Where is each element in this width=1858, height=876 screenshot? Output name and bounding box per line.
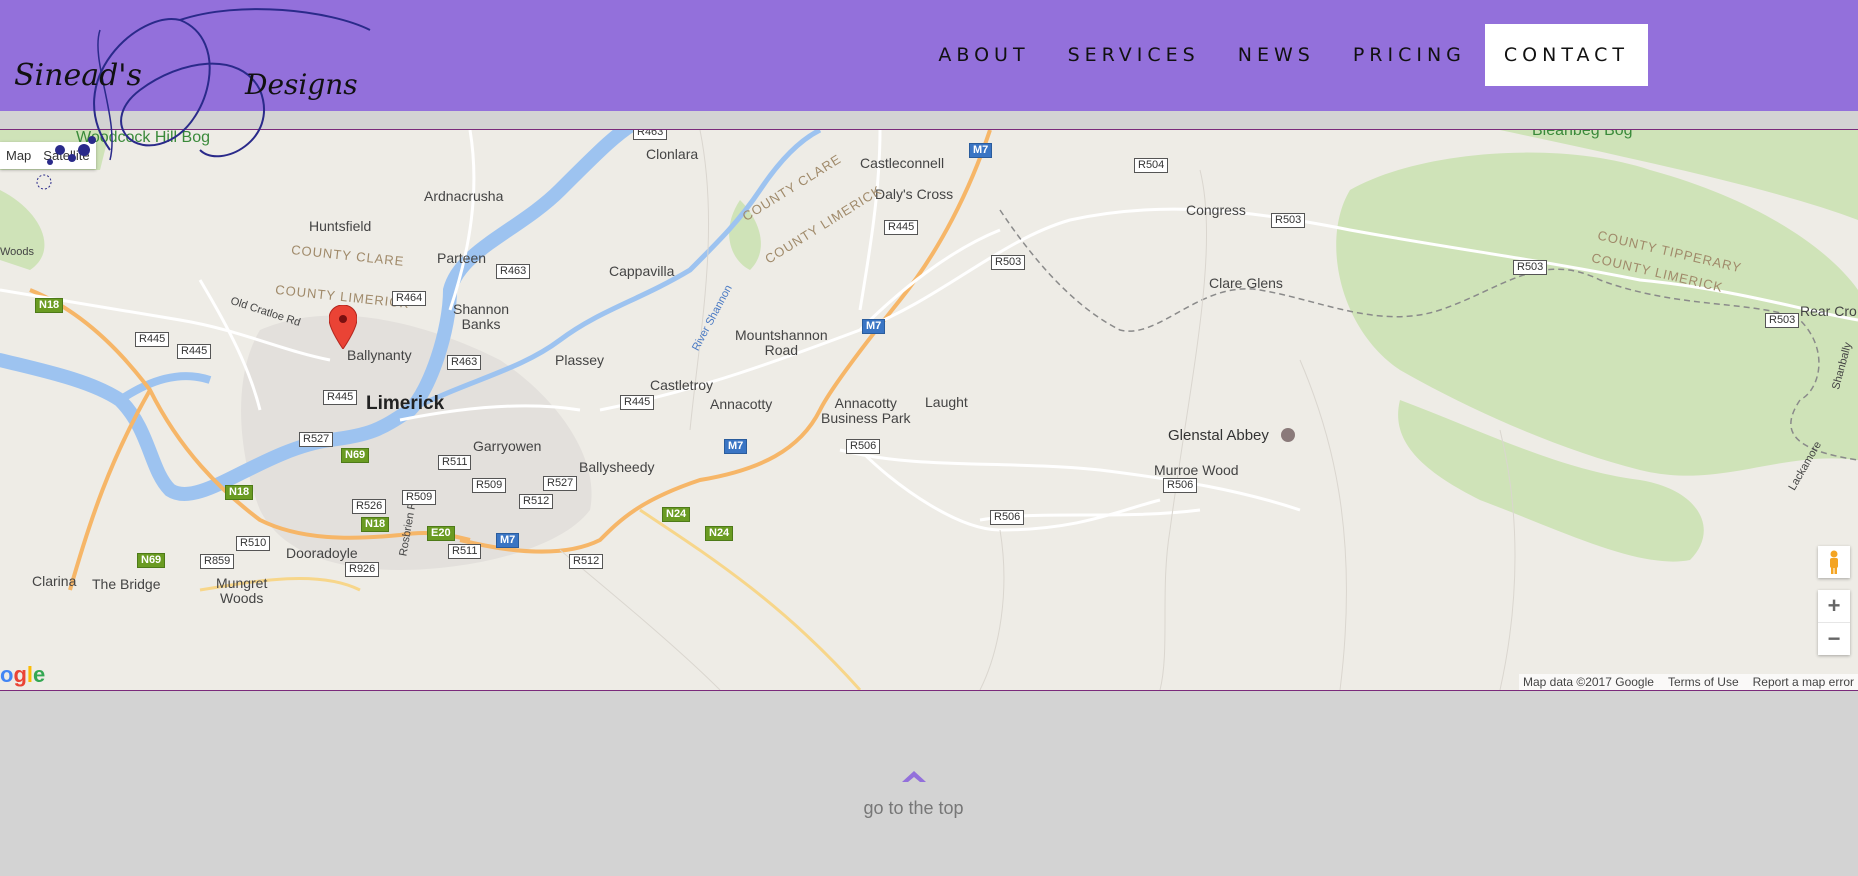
- map-label-murroe: Murroe Wood: [1154, 462, 1239, 478]
- map-label-congress: Congress: [1186, 202, 1246, 218]
- road-shield: R926: [345, 562, 380, 577]
- road-shield: R503: [1765, 313, 1800, 328]
- road-shield: R445: [620, 395, 655, 410]
- map-label-clare-glens: Clare Glens: [1209, 275, 1283, 291]
- road-shield: N24: [662, 507, 691, 522]
- map-label-castleconnell: Castleconnell: [860, 155, 945, 171]
- road-shield: R512: [519, 494, 554, 509]
- road-shield: R512: [569, 554, 604, 569]
- road-shield: M7: [969, 143, 993, 158]
- road-shield: R506: [1163, 478, 1198, 493]
- road-shield: R463: [633, 130, 668, 140]
- map-data-text: Map data ©2017 Google: [1523, 675, 1654, 689]
- nav-news[interactable]: NEWS: [1219, 24, 1334, 86]
- map-label-rear-cross: Rear Cro: [1800, 303, 1857, 319]
- road-shield: R503: [991, 255, 1026, 270]
- road-shield: E20: [427, 526, 455, 541]
- map-label-parteen: Parteen: [437, 250, 487, 266]
- report-error-link[interactable]: Report a map error: [1753, 675, 1854, 689]
- road-shield: M7: [724, 439, 748, 454]
- map-label-castletroy: Castletroy: [650, 377, 714, 393]
- road-shield: N69: [341, 448, 370, 463]
- road-shield: R445: [323, 390, 358, 405]
- logo-text-right: Designs: [245, 68, 358, 101]
- map-label-shannon-banks: Shannon Banks: [453, 301, 510, 332]
- road-shield: R445: [884, 220, 919, 235]
- road-shield: N24: [705, 526, 734, 541]
- map-label-clarina: Clarina: [32, 573, 77, 589]
- map-label-woods: Woods: [0, 246, 35, 258]
- main-nav: ABOUT SERVICES NEWS PRICING CONTACT: [919, 24, 1648, 86]
- map-label-ballynanty: Ballynanty: [347, 347, 412, 363]
- road-shield: N18: [35, 298, 64, 313]
- road-shield: R463: [496, 264, 531, 279]
- road-shield: R510: [236, 536, 271, 551]
- map-label-garryowen: Garryowen: [473, 438, 542, 454]
- road-shield: N69: [137, 553, 166, 568]
- road-shield: N18: [225, 485, 254, 500]
- road-shield: R506: [990, 510, 1025, 525]
- terms-link[interactable]: Terms of Use: [1668, 675, 1739, 689]
- zoom-in-button[interactable]: +: [1818, 590, 1850, 623]
- road-shield: R527: [543, 476, 578, 491]
- map-label-huntsfield: Huntsfield: [309, 218, 372, 234]
- landmark-icon: [1281, 428, 1295, 442]
- road-shield: R859: [200, 554, 235, 569]
- road-shield: R504: [1134, 158, 1169, 173]
- road-shield: R503: [1271, 213, 1306, 228]
- road-shield: R503: [1513, 260, 1548, 275]
- map-label-limerick: Limerick: [366, 393, 445, 414]
- map-label-bleanbeg: Bleanbeg Bog: [1532, 129, 1633, 139]
- nav-services[interactable]: SERVICES: [1049, 24, 1219, 86]
- site-logo[interactable]: Sinead's Designs: [0, 0, 380, 200]
- nav-pricing[interactable]: PRICING: [1334, 24, 1485, 86]
- street-view-pegman-icon[interactable]: [1818, 546, 1850, 578]
- road-shield: R509: [472, 478, 507, 493]
- map-label-dooradoyle: Dooradoyle: [286, 545, 358, 561]
- map-label-annacotty-bp: Annacotty Business Park: [821, 395, 911, 426]
- map-label-ardnacrusha: Ardnacrusha: [424, 188, 504, 204]
- back-to-top-text: go to the top: [863, 798, 964, 818]
- map-label-glenstal: Glenstal Abbey: [1168, 427, 1269, 444]
- map-label-ballysheedy: Ballysheedy: [579, 459, 655, 475]
- road-shield: R445: [177, 344, 212, 359]
- chevron-up-icon: [901, 771, 926, 782]
- nav-contact[interactable]: CONTACT: [1484, 24, 1648, 86]
- map-label-plassey: Plassey: [555, 352, 605, 368]
- road-shield: R445: [135, 332, 170, 347]
- zoom-control: + −: [1818, 590, 1850, 655]
- map-attribution: Map data ©2017 Google Terms of Use Repor…: [1519, 674, 1858, 690]
- road-shield: R511: [438, 455, 472, 470]
- road-shield: M7: [496, 533, 520, 548]
- zoom-out-button[interactable]: −: [1818, 623, 1850, 655]
- logo-text-left: Sinead's: [14, 58, 142, 93]
- road-shield: R463: [447, 355, 482, 370]
- map-label-mountshannon: Mountshannon Road: [735, 327, 828, 358]
- google-map[interactable]: Map Satellite Woodcock Hill Bog Bleanbeg…: [0, 129, 1858, 691]
- map-label-laught: Laught: [925, 394, 968, 410]
- location-marker-icon[interactable]: [329, 305, 357, 349]
- road-shield: N18: [361, 517, 390, 532]
- map-label-clonlara: Clonlara: [646, 146, 699, 162]
- map-base-layer: [0, 130, 1858, 690]
- google-logo: ogle: [0, 662, 46, 687]
- road-shield: R527: [299, 432, 334, 447]
- map-label-mungret: Mungret Woods: [216, 575, 268, 606]
- map-label-dalys-cross: Daly's Cross: [875, 186, 954, 202]
- road-shield: R511: [448, 544, 482, 559]
- map-label-annacotty: Annacotty: [710, 396, 773, 412]
- road-shield: R526: [352, 499, 387, 514]
- road-shield: M7: [862, 319, 886, 334]
- road-shield: R464: [392, 291, 427, 306]
- road-shield: R506: [846, 439, 881, 454]
- map-label-cappavilla: Cappavilla: [609, 263, 675, 279]
- road-shield: R509: [402, 490, 437, 505]
- map-label-the-bridge: The Bridge: [92, 576, 161, 592]
- back-to-top[interactable]: go to the top: [0, 766, 1827, 819]
- nav-about[interactable]: ABOUT: [919, 24, 1048, 86]
